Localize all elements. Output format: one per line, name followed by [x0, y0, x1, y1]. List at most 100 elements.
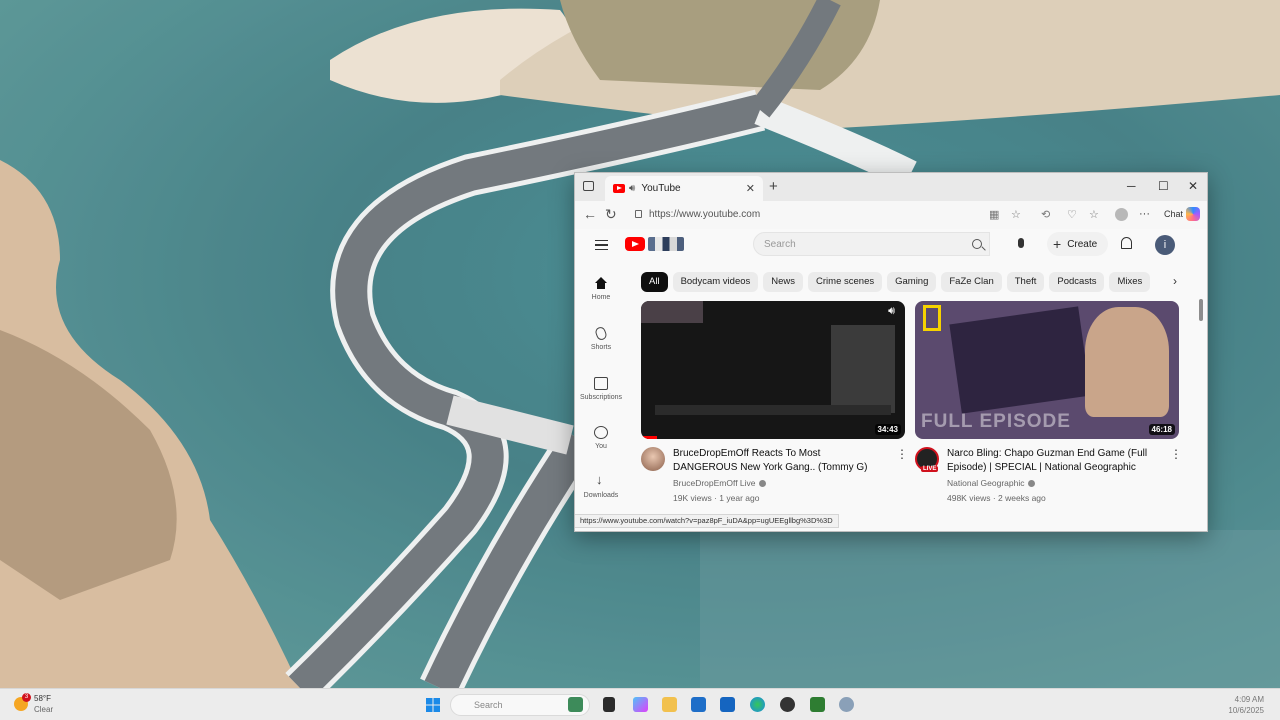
windows-start-icon[interactable] [426, 698, 440, 712]
video-title-1[interactable]: BruceDropEmOff Reacts To Most DANGEROUS … [673, 447, 878, 475]
extensions-icon[interactable]: ⟲ [1041, 208, 1050, 221]
browser-window[interactable]: 🔊︎ YouTube ✕ + ─ ☐ ✕ ← ↻ https://www.you… [574, 172, 1208, 532]
thumb-side-panel [831, 325, 895, 413]
sidebar-item-home[interactable]: Home [579, 277, 623, 301]
chip-bodycam[interactable]: Bodycam videos [672, 272, 759, 292]
profile-avatar[interactable] [1115, 208, 1128, 221]
address-bar: ← ↻ https://www.youtube.com ▦ ☆ ⟲ ♡ ☆ ··… [575, 201, 1207, 229]
create-label: Create [1067, 238, 1098, 250]
chip-crime-scenes[interactable]: Crime scenes [808, 272, 883, 292]
volume-icon[interactable]: 🔊︎ [888, 305, 895, 318]
subscriptions-icon [594, 377, 608, 390]
video-channel-1[interactable]: BruceDropEmOff Live [673, 478, 766, 488]
browser-essentials-icon[interactable]: ♡ [1067, 208, 1077, 221]
tab-title: YouTube [641, 183, 681, 194]
sidebar-item-downloads[interactable]: Downloads [579, 472, 623, 499]
maximize-button[interactable]: ☐ [1158, 179, 1169, 193]
terminal-app-icon[interactable] [603, 697, 615, 712]
back-icon[interactable]: ← [583, 206, 597, 222]
chevron-right-icon[interactable]: › [1173, 274, 1177, 288]
lock-icon[interactable] [635, 210, 642, 218]
game-app-icon[interactable] [810, 697, 825, 712]
menu-icon[interactable] [595, 240, 608, 250]
create-button[interactable]: + Create [1047, 232, 1108, 256]
copilot-app-icon[interactable] [633, 697, 648, 712]
edge-browser-icon[interactable] [750, 697, 765, 712]
video-menu-icon-2[interactable]: ⋮ [1170, 447, 1182, 461]
video-thumbnail-1[interactable]: 🔊︎ 34:43 [641, 301, 905, 439]
sidebar-item-shorts[interactable]: Shorts [579, 325, 623, 351]
account-avatar[interactable]: i [1155, 235, 1175, 255]
status-link-url: https://www.youtube.com/watch?v=paz8pF_i… [575, 514, 839, 528]
video-menu-icon-1[interactable]: ⋮ [896, 447, 908, 461]
video-channel-2[interactable]: National Geographic [947, 478, 1035, 488]
thumb-controls-bar [655, 405, 891, 415]
outlook-app-icon[interactable] [720, 697, 735, 712]
chip-faze-clan[interactable]: FaZe Clan [941, 272, 1002, 292]
url-field[interactable]: https://www.youtube.com [649, 209, 760, 220]
youtube-page: Search + Create i Home Shorts Subscripti… [575, 229, 1207, 531]
new-tab-button[interactable]: + [769, 178, 778, 195]
tab-close-icon[interactable]: ✕ [746, 182, 755, 195]
youtube-logo-icon[interactable] [625, 237, 645, 251]
search-icon[interactable] [972, 239, 982, 249]
home-icon [594, 277, 608, 290]
close-window-button[interactable]: ✕ [1188, 179, 1198, 193]
tab-strip: 🔊︎ YouTube ✕ + ─ ☐ ✕ [575, 173, 1207, 201]
store-app-icon[interactable] [691, 697, 706, 712]
sidebar-label-downloads: Downloads [583, 492, 619, 499]
you-icon [594, 426, 608, 439]
chat-button[interactable]: Chat [1164, 209, 1183, 219]
notifications-bell-icon[interactable] [1121, 237, 1132, 249]
sidebar-item-you[interactable]: You [579, 426, 623, 450]
youtube-doodle-logo[interactable] [648, 237, 684, 251]
chip-podcasts[interactable]: Podcasts [1049, 272, 1105, 292]
refresh-icon[interactable]: ↻ [605, 206, 617, 223]
tab-youtube[interactable]: 🔊︎ YouTube ✕ [605, 176, 763, 201]
video-meta-1: 19K views · 1 year ago [673, 493, 760, 503]
video-duration: 46:18 [1148, 424, 1175, 435]
sidebar-label-subscriptions: Subscriptions [579, 394, 623, 401]
channel-avatar-1[interactable] [641, 447, 665, 471]
download-icon [594, 472, 608, 488]
split-screen-icon[interactable]: ▦ [989, 208, 999, 221]
video-thumbnail-2[interactable]: FULL EPISODE 46:18 [915, 301, 1179, 439]
sidebar-label-shorts: Shorts [590, 344, 612, 351]
file-explorer-icon[interactable] [662, 697, 677, 712]
youtube-favicon-icon [613, 184, 625, 193]
copilot-icon[interactable] [1186, 207, 1200, 221]
video-progress-bar [641, 436, 657, 439]
chip-gaming[interactable]: Gaming [887, 272, 937, 292]
weather-temp[interactable]: 58°F [34, 694, 51, 703]
chip-mixes[interactable]: Mixes [1109, 272, 1151, 292]
more-menu-icon[interactable]: ··· [1139, 208, 1150, 220]
favorites-icon[interactable]: ☆ [1089, 208, 1099, 221]
filter-chips: All Bodycam videos News Crime scenes Gaming F… [641, 271, 1181, 293]
plus-icon: + [1053, 236, 1062, 252]
chip-theft[interactable]: Theft [1006, 272, 1045, 292]
search-input[interactable]: Search [753, 232, 990, 256]
video-title-2[interactable]: Narco Bling: Chapo Guzman End Game (Full… [947, 447, 1152, 475]
chip-all[interactable]: All [641, 272, 668, 292]
thumb-cards-art [949, 306, 1091, 414]
page-scrollbar[interactable] [1199, 299, 1203, 321]
system-clock[interactable]: 4:09 AM 10/6/2025 [1228, 694, 1264, 716]
speaker-icon[interactable]: 🔊︎ [629, 183, 635, 194]
taskbar: 3 58°F Clear Search 4:09 AM 10/6/2025 [0, 688, 1280, 720]
video-duration: 34:43 [874, 424, 901, 435]
video-meta-2: 498K views · 2 weeks ago [947, 493, 1046, 503]
github-app-icon[interactable] [780, 697, 795, 712]
weather-badge: 3 [22, 693, 31, 702]
verified-icon [758, 480, 766, 488]
chip-news[interactable]: News [763, 272, 804, 292]
settings-gear-icon[interactable] [839, 697, 854, 712]
favorite-star-icon[interactable]: ☆ [1011, 208, 1021, 221]
microphone-icon[interactable] [1018, 238, 1024, 248]
tab-actions-icon[interactable] [583, 181, 594, 191]
widgets-app-icon[interactable] [568, 697, 583, 712]
minimize-button[interactable]: ─ [1127, 179, 1136, 193]
sidebar-item-subscriptions[interactable]: Subscriptions [579, 377, 623, 401]
live-badge: LIVE [921, 466, 939, 472]
weather-condition[interactable]: Clear [34, 705, 53, 714]
shorts-icon [594, 325, 608, 342]
